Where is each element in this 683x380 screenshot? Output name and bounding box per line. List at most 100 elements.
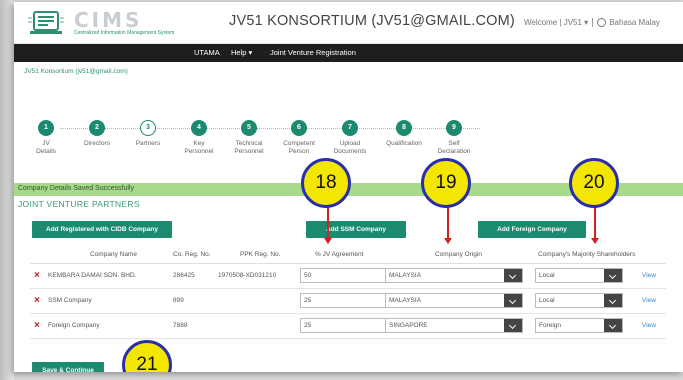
step-label: Directors — [83, 140, 110, 147]
selected-shareholders: Local — [539, 297, 555, 304]
chevron-down-icon — [604, 319, 622, 332]
page-edge-shadow — [0, 0, 14, 380]
step-number: 5 — [241, 120, 257, 136]
chevron-down-icon — [604, 294, 622, 307]
step-2[interactable]: 2 Directors — [69, 120, 125, 148]
add-foreign-company-button[interactable]: Add Foreign Company — [478, 221, 586, 238]
step-number: 7 — [342, 120, 358, 136]
step-label: Key Personnel — [184, 140, 214, 155]
delete-icon[interactable]: × — [34, 295, 40, 306]
logo-tagline: Centralized Information Management Syste… — [74, 30, 175, 36]
welcome-user-menu[interactable]: Welcome | JV51 ▾ — [524, 18, 588, 27]
app-window: CIMS Centralized Information Management … — [14, 2, 683, 372]
company-origin-select[interactable]: MALAYSIA — [385, 293, 523, 308]
step-number: 8 — [396, 120, 412, 136]
callout-arrow-18 — [327, 207, 329, 240]
step-8[interactable]: 8 Qualification — [376, 120, 432, 148]
arrowhead-18 — [324, 238, 332, 244]
selected-origin: MALAYSIA — [389, 297, 422, 304]
co-reg-no: 286425 — [173, 272, 195, 279]
view-link[interactable]: View — [642, 297, 656, 304]
view-link[interactable]: View — [642, 322, 656, 329]
step-5[interactable]: 5 Technical Personnel — [221, 120, 277, 156]
cims-logo[interactable]: CIMS Centralized Information Management … — [26, 8, 196, 40]
company-name: Foreign Company — [48, 322, 100, 329]
table-row: × SSM Company 899 25 MALAYSIA Local View — [30, 289, 666, 314]
step-number: 6 — [291, 120, 307, 136]
chevron-down-icon — [504, 319, 522, 332]
logo-wordmark: CIMS — [74, 8, 143, 32]
view-link[interactable]: View — [642, 272, 656, 279]
selected-shareholders: Foreign — [539, 322, 562, 329]
cims-logo-icon — [28, 11, 64, 34]
nav-utama[interactable]: UTAMA — [194, 48, 220, 57]
shareholders-select[interactable]: Local — [535, 293, 623, 308]
step-3[interactable]: 3 Partners — [120, 120, 176, 148]
jv-agreement-input[interactable]: 50 — [300, 268, 386, 283]
step-number: 4 — [191, 120, 207, 136]
callout-badge-18: 18 — [301, 158, 351, 208]
step-label: JV Details — [36, 140, 56, 155]
selected-origin: SINGAPORE — [389, 322, 428, 329]
delete-icon[interactable]: × — [34, 270, 40, 281]
jv-agreement-input[interactable]: 25 — [300, 293, 386, 308]
col-majority-shareholders: Company's Majority Shareholders — [538, 251, 636, 258]
chevron-down-icon — [504, 269, 522, 282]
arrowhead-20 — [591, 238, 599, 244]
company-name: SSM Company — [48, 297, 92, 304]
col-ppk-reg-no: PPK Reg. No. — [240, 251, 281, 258]
save-continue-button[interactable]: Save & Continue — [32, 362, 104, 372]
callout-badge-19: 19 — [421, 158, 471, 208]
user-identity: JV51 Konsortium (jv51@gmail.com) — [24, 68, 128, 75]
col-company-origin: Company Origin — [435, 251, 482, 258]
chevron-down-icon — [504, 294, 522, 307]
chevron-down-icon — [604, 269, 622, 282]
step-9[interactable]: 9 Self Declaration — [426, 120, 482, 156]
section-title: JOINT VENTURE PARTNERS — [18, 199, 140, 209]
shareholders-select[interactable]: Foreign — [535, 318, 623, 333]
nav-jv-registration[interactable]: Joint Venture Registration — [270, 48, 356, 57]
step-label: Qualification — [386, 140, 422, 147]
callout-arrow-19 — [447, 207, 449, 240]
step-number: 1 — [38, 120, 54, 136]
ppk-reg-no: 1970508-XD031210 — [218, 272, 277, 279]
header-divider — [592, 18, 594, 28]
callout-badge-20: 20 — [569, 158, 619, 208]
selected-origin: MALAYSIA — [389, 272, 422, 279]
step-number: 3 — [140, 120, 156, 136]
company-name: KEMBARA DAMAI SDN. BHD. — [48, 272, 137, 279]
step-number: 9 — [446, 120, 462, 136]
shareholders-select[interactable]: Local — [535, 268, 623, 283]
step-1[interactable]: 1 JV Details — [18, 120, 74, 156]
selected-shareholders: Local — [539, 272, 555, 279]
col-co-reg-no: Co. Reg. No. — [173, 251, 211, 258]
company-origin-select[interactable]: MALAYSIA — [385, 268, 523, 283]
step-7[interactable]: 7 Upload Documents — [322, 120, 378, 156]
step-label: Competent Person — [283, 140, 315, 155]
step-label: Technical Personnel — [234, 140, 264, 155]
company-origin-select[interactable]: SINGAPORE — [385, 318, 523, 333]
table-header: Company Name Co. Reg. No. PPK Reg. No. %… — [30, 246, 666, 264]
table-row: × Foreign Company 7888 25 SINGAPORE Fore… — [30, 314, 666, 339]
delete-icon[interactable]: × — [34, 320, 40, 331]
step-4[interactable]: 4 Key Personnel — [171, 120, 227, 156]
add-cidb-company-button[interactable]: Add Registered with CIDB Company — [32, 221, 172, 238]
step-6[interactable]: 6 Competent Person — [271, 120, 327, 156]
step-number: 2 — [89, 120, 105, 136]
col-jv-agreement: % JV Agreement — [315, 251, 364, 258]
header-title: JV51 KONSORTIUM (JV51@GMAIL.COM) — [229, 13, 515, 29]
welcome-area: Welcome | JV51 ▾ Bahasa Malay — [524, 18, 660, 28]
step-label: Partners — [135, 140, 161, 147]
main-navbar: UTAMA Help ▾ Joint Venture Registration — [14, 44, 683, 62]
registration-stepper: 1 JV Details 2 Directors 3 Partners 4 Key Personn… — [24, 120, 504, 160]
add-ssm-company-button[interactable]: Add SSM Company — [306, 221, 406, 238]
arrowhead-19 — [444, 238, 452, 244]
app-header: CIMS Centralized Information Management … — [14, 2, 683, 44]
language-link[interactable]: Bahasa Malay — [609, 18, 660, 27]
jv-agreement-input[interactable]: 25 — [300, 318, 386, 333]
table-row: × KEMBARA DAMAI SDN. BHD. 286425 1970508… — [30, 264, 666, 289]
globe-icon[interactable] — [597, 18, 607, 28]
nav-help[interactable]: Help ▾ — [231, 48, 252, 57]
co-reg-no: 899 — [173, 297, 184, 304]
col-company-name: Company Name — [90, 251, 137, 258]
